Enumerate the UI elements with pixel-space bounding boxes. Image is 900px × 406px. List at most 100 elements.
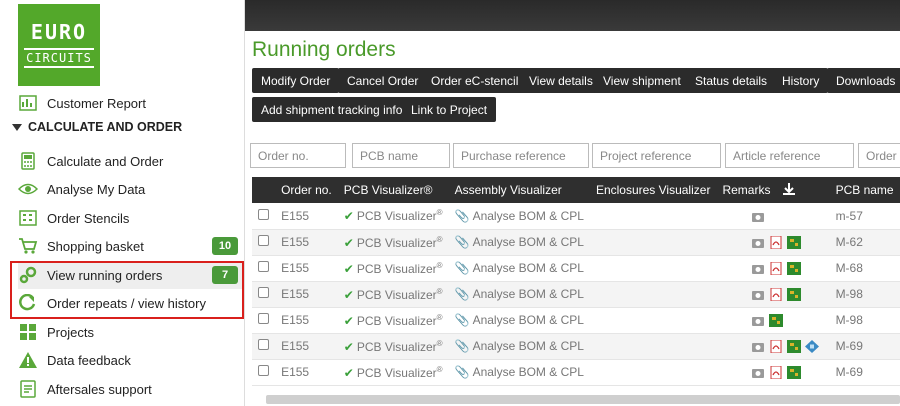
modify-order-button[interactable]: Modify Order — [252, 68, 340, 93]
pcb-visualizer-link[interactable]: PCB Visualizer — [357, 288, 437, 302]
camera-icon[interactable] — [751, 262, 765, 275]
table-row[interactable]: E155 ✔ PCB Visualizer® 📎 Analyse BOM & CPL M-… — [252, 333, 900, 359]
pcb-icon[interactable] — [787, 262, 802, 276]
downloads-button[interactable]: Downloads — [827, 68, 900, 93]
article-ref-filter[interactable]: Article reference — [725, 143, 854, 168]
table-row[interactable]: E155 ✔ PCB Visualizer® 📎 Analyse BOM & CPL M-… — [252, 229, 900, 255]
assembly-visualizer-cell[interactable]: 📎 Analyse BOM & CPL — [449, 359, 590, 385]
pcb-visualizer-cell[interactable]: ✔ PCB Visualizer® — [338, 307, 449, 333]
camera-icon[interactable] — [751, 210, 765, 223]
history-button[interactable]: History — [773, 68, 829, 93]
analyse-bom-link[interactable]: Analyse BOM & CPL — [473, 287, 584, 301]
pcb-icon[interactable] — [769, 314, 784, 328]
camera-icon[interactable] — [751, 288, 765, 301]
row-checkbox[interactable] — [258, 365, 269, 376]
sidebar-item-customer-report[interactable]: Customer Report — [18, 89, 242, 117]
pcb-visualizer-link[interactable]: PCB Visualizer — [357, 236, 437, 250]
table-row[interactable]: E155 ✔ PCB Visualizer® 📎 Analyse BOM & CPL M-… — [252, 359, 900, 385]
pcb-icon[interactable] — [787, 340, 802, 354]
sidebar-item-calculate[interactable]: Calculate and Order — [18, 147, 242, 175]
analyse-bom-link[interactable]: Analyse BOM & CPL — [473, 235, 584, 249]
pcb-name-filter[interactable]: PCB name — [352, 143, 450, 168]
pcb-visualizer-cell[interactable]: ✔ PCB Visualizer® — [338, 203, 449, 229]
row-checkbox[interactable] — [258, 339, 269, 350]
col-order-no[interactable]: Order no. — [275, 177, 338, 203]
analyse-bom-link[interactable]: Analyse BOM & CPL — [473, 339, 584, 353]
pdf-icon[interactable] — [769, 262, 783, 276]
component-icon[interactable] — [805, 340, 820, 354]
camera-icon[interactable] — [751, 340, 765, 353]
assembly-visualizer-cell[interactable]: 📎 Analyse BOM & CPL — [449, 255, 590, 281]
row-select[interactable] — [252, 281, 275, 307]
camera-icon[interactable] — [751, 366, 765, 379]
pdf-icon[interactable] — [769, 236, 783, 250]
row-select[interactable] — [252, 255, 275, 281]
assembly-visualizer-cell[interactable]: 📎 Analyse BOM & CPL — [449, 307, 590, 333]
row-checkbox[interactable] — [258, 261, 269, 272]
table-row[interactable]: E155 ✔ PCB Visualizer® 📎 Analyse BOM & CPL M-… — [252, 255, 900, 281]
table-row[interactable]: E155 ✔ PCB Visualizer® 📎 Analyse BOM & CPL M-… — [252, 307, 900, 333]
view-details-button[interactable]: View details — [520, 68, 602, 93]
sidebar-item-shopping-basket[interactable]: Shopping basket 10 — [18, 232, 242, 260]
pcb-visualizer-link[interactable]: PCB Visualizer — [357, 262, 437, 276]
assembly-visualizer-cell[interactable]: 📎 Analyse BOM & CPL — [449, 229, 590, 255]
col-pcb-name[interactable]: PCB name — [830, 177, 900, 203]
row-checkbox[interactable] — [258, 313, 269, 324]
row-select[interactable] — [252, 203, 275, 229]
row-select[interactable] — [252, 333, 275, 359]
pcb-visualizer-link[interactable]: PCB Visualizer — [357, 209, 437, 223]
analyse-bom-link[interactable]: Analyse BOM & CPL — [473, 209, 584, 223]
sidebar-item-analyse[interactable]: Analyse My Data — [18, 175, 242, 203]
pcb-icon[interactable] — [787, 366, 802, 380]
row-checkbox[interactable] — [258, 235, 269, 246]
pcb-visualizer-link[interactable]: PCB Visualizer — [357, 314, 437, 328]
row-checkbox[interactable] — [258, 208, 269, 220]
col-download[interactable] — [776, 177, 829, 203]
pcb-visualizer-cell[interactable]: ✔ PCB Visualizer® — [338, 255, 449, 281]
col-remarks[interactable]: Remarks — [716, 177, 776, 203]
pdf-icon[interactable] — [769, 340, 783, 354]
row-checkbox[interactable] — [258, 287, 269, 298]
view-shipment-button[interactable]: View shipment — [594, 68, 690, 93]
section-header-calculate[interactable]: CALCULATE AND ORDER — [12, 120, 182, 134]
sidebar-item-aftersales[interactable]: Aftersales support — [18, 375, 242, 403]
col-enclosures-visualizer[interactable]: Enclosures Visualizer — [590, 177, 717, 203]
analyse-bom-link[interactable]: Analyse BOM & CPL — [473, 313, 584, 327]
col-assembly-visualizer[interactable]: Assembly Visualizer — [449, 177, 590, 203]
project-ref-filter[interactable]: Project reference — [592, 143, 721, 168]
order-type-filter[interactable]: Order t — [858, 143, 900, 168]
sidebar-item-projects[interactable]: Projects — [18, 318, 242, 346]
row-select[interactable] — [252, 229, 275, 255]
camera-icon[interactable] — [751, 236, 765, 249]
table-row[interactable]: E155 ✔ PCB Visualizer® 📎 Analyse BOM & CPL m-… — [252, 203, 900, 229]
pdf-icon[interactable] — [769, 288, 783, 302]
order-stencil-button[interactable]: Order eC-stencil — [422, 68, 528, 93]
link-project-button[interactable]: Link to Project — [402, 97, 497, 122]
status-details-button[interactable]: Status details — [686, 68, 777, 93]
pdf-icon[interactable] — [769, 366, 783, 380]
assembly-visualizer-cell[interactable]: 📎 Analyse BOM & CPL — [449, 333, 590, 359]
sidebar-item-data-feedback[interactable]: Data feedback — [18, 346, 242, 374]
camera-icon[interactable] — [751, 314, 765, 327]
pcb-visualizer-cell[interactable]: ✔ PCB Visualizer® — [338, 281, 449, 307]
purchase-ref-filter[interactable]: Purchase reference — [453, 143, 589, 168]
cancel-order-button[interactable]: Cancel Order — [338, 68, 428, 93]
pcb-visualizer-cell[interactable]: ✔ PCB Visualizer® — [338, 333, 449, 359]
assembly-visualizer-cell[interactable]: 📎 Analyse BOM & CPL — [449, 281, 590, 307]
pcb-visualizer-cell[interactable]: ✔ PCB Visualizer® — [338, 359, 449, 385]
table-row[interactable]: E155 ✔ PCB Visualizer® 📎 Analyse BOM & CPL M-… — [252, 281, 900, 307]
add-tracking-button[interactable]: Add shipment tracking info — [252, 97, 412, 122]
row-select[interactable] — [252, 359, 275, 385]
pcb-visualizer-link[interactable]: PCB Visualizer — [357, 340, 437, 354]
order-no-filter[interactable]: Order no. — [250, 143, 346, 168]
assembly-visualizer-cell[interactable]: 📎 Analyse BOM & CPL — [449, 203, 590, 229]
pcb-visualizer-cell[interactable]: ✔ PCB Visualizer® — [338, 229, 449, 255]
pcb-icon[interactable] — [787, 288, 802, 302]
row-select[interactable] — [252, 307, 275, 333]
euro-circuits-logo[interactable]: EURO CIRCUITS — [18, 4, 100, 86]
analyse-bom-link[interactable]: Analyse BOM & CPL — [473, 365, 584, 379]
pcb-icon[interactable] — [787, 236, 802, 250]
col-pcb-visualizer[interactable]: PCB Visualizer® — [338, 177, 449, 203]
pcb-visualizer-link[interactable]: PCB Visualizer — [357, 366, 437, 380]
analyse-bom-link[interactable]: Analyse BOM & CPL — [473, 261, 584, 275]
